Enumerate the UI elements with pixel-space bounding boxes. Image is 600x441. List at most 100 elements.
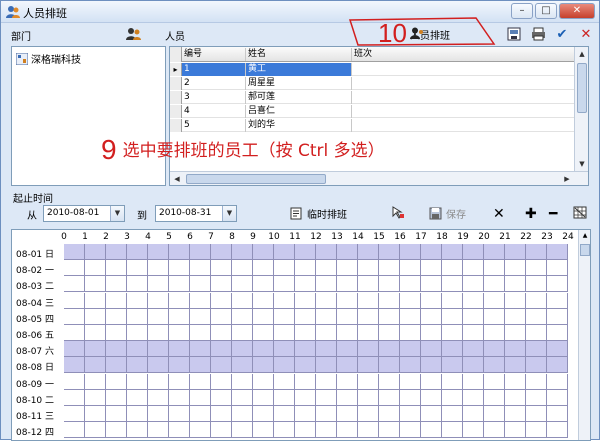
- chevron-down-icon[interactable]: ▼: [222, 206, 236, 221]
- schedule-slot[interactable]: [505, 341, 526, 358]
- schedule-slot[interactable]: [379, 341, 400, 358]
- schedule-slot[interactable]: [316, 276, 337, 293]
- schedule-slot[interactable]: [274, 373, 295, 390]
- schedule-slot[interactable]: [253, 373, 274, 390]
- schedule-slot[interactable]: [274, 406, 295, 422]
- schedule-slot[interactable]: [316, 422, 337, 439]
- schedule-slot[interactable]: [106, 244, 127, 260]
- schedule-slot[interactable]: [148, 357, 169, 374]
- schedule-slot[interactable]: [547, 276, 568, 293]
- schedule-slot[interactable]: [211, 308, 232, 325]
- schedule-slot[interactable]: [316, 244, 337, 260]
- schedule-slot[interactable]: [400, 422, 421, 439]
- schedule-slot[interactable]: [295, 341, 316, 358]
- schedule-slot[interactable]: [211, 373, 232, 390]
- schedule-slot[interactable]: [547, 373, 568, 390]
- schedule-slot[interactable]: [169, 244, 190, 260]
- schedule-slot[interactable]: [358, 260, 379, 277]
- schedule-slot[interactable]: [106, 389, 127, 406]
- schedule-slot[interactable]: [295, 292, 316, 309]
- export-icon[interactable]: [506, 27, 522, 43]
- cell-number[interactable]: 4: [182, 105, 246, 118]
- schedule-slot[interactable]: [316, 357, 337, 374]
- schedule-slot[interactable]: [253, 260, 274, 277]
- schedule-slot[interactable]: [547, 357, 568, 374]
- schedule-slot[interactable]: [442, 389, 463, 406]
- schedule-slot[interactable]: [421, 325, 442, 341]
- schedule-slot[interactable]: [127, 292, 148, 309]
- schedule-slot[interactable]: [274, 341, 295, 358]
- schedule-slot[interactable]: [295, 373, 316, 390]
- schedule-slot[interactable]: [505, 325, 526, 341]
- schedule-slot[interactable]: [64, 244, 85, 260]
- schedule-slot[interactable]: [316, 389, 337, 406]
- schedule-slot[interactable]: [232, 325, 253, 341]
- schedule-slot[interactable]: [358, 406, 379, 422]
- schedule-slot[interactable]: [337, 260, 358, 277]
- schedule-slot[interactable]: [463, 422, 484, 439]
- schedule-slot[interactable]: [211, 244, 232, 260]
- schedule-slot[interactable]: [274, 325, 295, 341]
- row-indicator[interactable]: ▸: [170, 63, 182, 76]
- schedule-slot[interactable]: [127, 325, 148, 341]
- schedule-slot[interactable]: [127, 373, 148, 390]
- schedule-slot[interactable]: [190, 373, 211, 390]
- schedule-slot[interactable]: [379, 292, 400, 309]
- schedule-slot[interactable]: [85, 260, 106, 277]
- col-number[interactable]: 编号: [182, 48, 246, 61]
- schedule-slot[interactable]: [484, 244, 505, 260]
- schedule-slot[interactable]: [337, 406, 358, 422]
- schedule-slot[interactable]: [547, 260, 568, 277]
- schedule-slot[interactable]: [526, 276, 547, 293]
- add-plus-icon[interactable]: ✚: [525, 206, 537, 222]
- schedule-slot[interactable]: [358, 357, 379, 374]
- schedule-slot[interactable]: [526, 389, 547, 406]
- schedule-slot[interactable]: [169, 325, 190, 341]
- schedule-slot[interactable]: [400, 389, 421, 406]
- schedule-slot[interactable]: [463, 325, 484, 341]
- select-slot-button[interactable]: [391, 206, 405, 219]
- schedule-slot[interactable]: [106, 406, 127, 422]
- schedule-slot[interactable]: [484, 357, 505, 374]
- schedule-slot[interactable]: [337, 341, 358, 358]
- schedule-slot[interactable]: [211, 276, 232, 293]
- schedule-slot[interactable]: [358, 373, 379, 390]
- schedule-slot[interactable]: [148, 389, 169, 406]
- schedule-slot[interactable]: [484, 308, 505, 325]
- schedule-slot[interactable]: [463, 276, 484, 293]
- schedule-slot[interactable]: [274, 260, 295, 277]
- schedule-slot[interactable]: [127, 308, 148, 325]
- schedule-slot[interactable]: [85, 276, 106, 293]
- schedule-slot[interactable]: [106, 325, 127, 341]
- schedule-slot[interactable]: [169, 357, 190, 374]
- schedule-slot[interactable]: [421, 341, 442, 358]
- schedule-slot[interactable]: [337, 325, 358, 341]
- schedule-slot[interactable]: [106, 276, 127, 293]
- schedule-slot[interactable]: [232, 308, 253, 325]
- schedule-slot[interactable]: [421, 276, 442, 293]
- table-row[interactable]: 3 郝可莲: [170, 91, 575, 104]
- schedule-slot[interactable]: [442, 341, 463, 358]
- schedule-slot[interactable]: [190, 292, 211, 309]
- schedule-slot[interactable]: [232, 341, 253, 358]
- schedule-slot[interactable]: [505, 244, 526, 260]
- schedule-slot[interactable]: [106, 357, 127, 374]
- schedule-slot[interactable]: [442, 406, 463, 422]
- people-hscrollbar[interactable]: ◀ ▶: [170, 171, 588, 185]
- schedule-slot[interactable]: [169, 389, 190, 406]
- schedule-slot[interactable]: [337, 244, 358, 260]
- schedule-slot[interactable]: [463, 341, 484, 358]
- people-vscrollbar[interactable]: ▲ ▼: [574, 47, 588, 171]
- schedule-slot[interactable]: [127, 276, 148, 293]
- schedule-slot[interactable]: [190, 341, 211, 358]
- schedule-slot[interactable]: [400, 276, 421, 293]
- schedule-slot[interactable]: [463, 389, 484, 406]
- schedule-slot[interactable]: [85, 325, 106, 341]
- schedule-slot[interactable]: [232, 292, 253, 309]
- schedule-slot[interactable]: [274, 244, 295, 260]
- schedule-slot[interactable]: [484, 373, 505, 390]
- schedule-slot[interactable]: [211, 389, 232, 406]
- schedule-slot[interactable]: [85, 373, 106, 390]
- schedule-slot[interactable]: [463, 406, 484, 422]
- schedule-slot[interactable]: [85, 357, 106, 374]
